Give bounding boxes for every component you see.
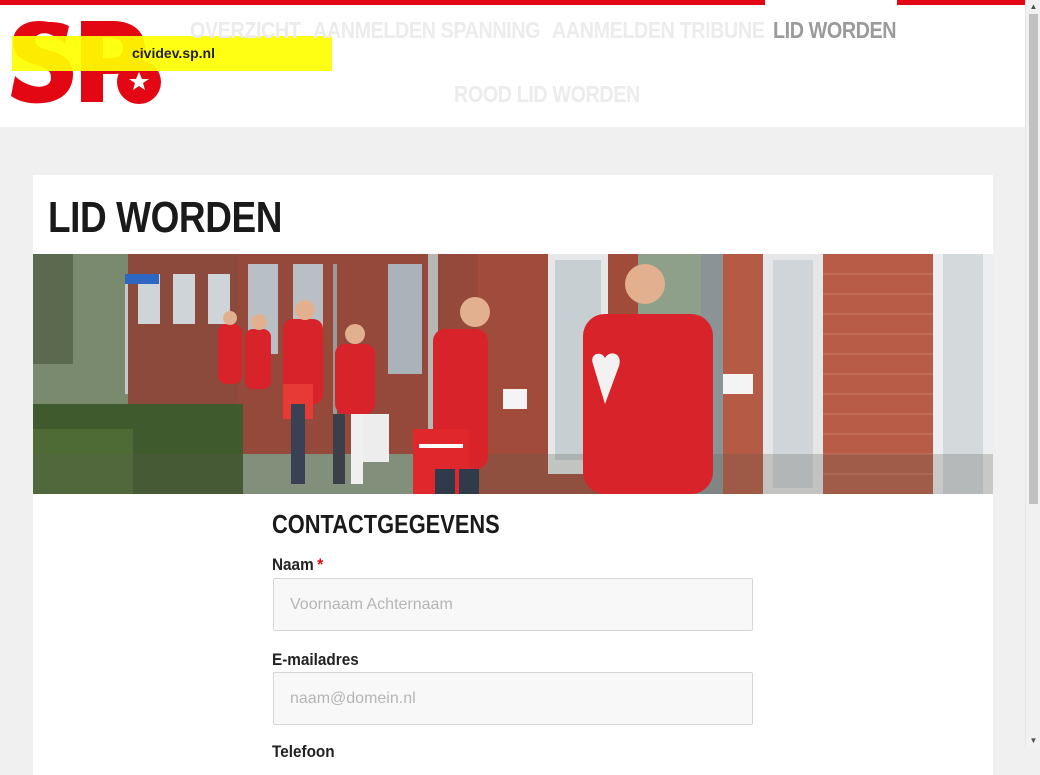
main-card: LID WORDEN CONTACTGEGEVENS Naam * Voorna… bbox=[33, 175, 993, 775]
section-title-contactgegevens: CONTACTGEGEVENS bbox=[272, 509, 500, 539]
page-scrollbar[interactable]: ▲ ▼ bbox=[1025, 0, 1040, 748]
scroll-up-icon[interactable]: ▲ bbox=[1029, 3, 1038, 11]
email-label-text: E-mailadres bbox=[272, 650, 359, 669]
hero-image bbox=[33, 254, 993, 494]
nav-rood-lid-worden[interactable]: ROOD LID WORDEN bbox=[454, 81, 640, 108]
scrollbar-thumb[interactable] bbox=[1029, 14, 1038, 504]
name-label-text: Naam bbox=[272, 555, 314, 574]
nav-aanmelden-tribune[interactable]: AANMELDEN TRIBUNE bbox=[552, 17, 765, 44]
phone-label: Telefoon bbox=[272, 742, 335, 762]
top-accent-bar-right bbox=[897, 0, 1025, 5]
top-accent-bar bbox=[0, 0, 765, 5]
nav-lid-worden[interactable]: LID WORDEN bbox=[773, 17, 897, 44]
phone-label-text: Telefoon bbox=[272, 742, 335, 761]
name-label: Naam * bbox=[272, 555, 323, 575]
nav-aanmelden-spanning[interactable]: AANMELDEN SPANNING bbox=[313, 17, 540, 44]
name-input[interactable] bbox=[273, 578, 753, 631]
email-input[interactable] bbox=[273, 672, 753, 725]
email-label: E-mailadres bbox=[272, 650, 359, 670]
nav-overzicht[interactable]: OVERZICHT bbox=[190, 17, 301, 44]
dev-host-label: cividev.sp.nl bbox=[132, 45, 215, 61]
required-marker: * bbox=[317, 555, 324, 574]
page-title: LID WORDEN bbox=[48, 193, 282, 242]
scroll-down-icon[interactable]: ▼ bbox=[1029, 737, 1038, 745]
